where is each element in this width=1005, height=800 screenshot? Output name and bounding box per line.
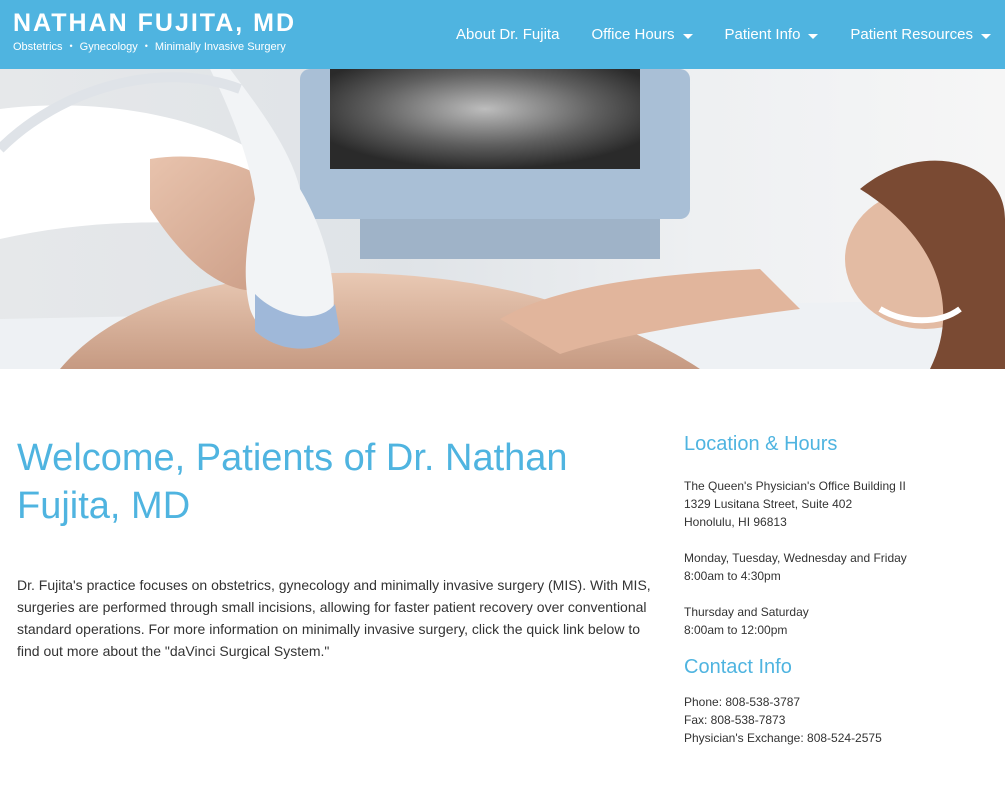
nav-patient-resources-label: Patient Resources: [850, 26, 973, 43]
hours-other-block: Thursday and Saturday 8:00am to 12:00pm: [684, 603, 994, 639]
hours-weekday-block: Monday, Tuesday, Wednesday and Friday 8:…: [684, 549, 994, 585]
nav-about[interactable]: About Dr. Fujita: [456, 26, 559, 43]
separator-dot: •: [69, 41, 73, 51]
address-line: Honolulu, HI 96813: [684, 515, 787, 529]
separator-dot: •: [144, 41, 148, 51]
contact-info-heading: Contact Info: [684, 656, 792, 678]
hours-days: Monday, Tuesday, Wednesday and Friday: [684, 551, 907, 565]
hero-image: [0, 69, 1005, 369]
hours-times: 8:00am to 4:30pm: [684, 569, 781, 583]
welcome-heading: Welcome, Patients of Dr. Nathan Fujita, …: [17, 437, 568, 527]
caret-down-icon: [808, 33, 819, 39]
nav-patient-info-label: Patient Info: [724, 26, 801, 43]
address-block: The Queen's Physician's Office Building …: [684, 477, 994, 531]
top-navbar: NATHAN FUJITA, MD Obstetrics • Gynecology •…: [0, 0, 1005, 69]
hours-days: Thursday and Saturday: [684, 605, 809, 619]
sidebar: Location & Hours The Queen's Physician's…: [684, 430, 994, 747]
nav-patient-resources[interactable]: Patient Resources: [850, 26, 991, 43]
hours-times: 8:00am to 12:00pm: [684, 623, 788, 637]
nav-about-label: About Dr. Fujita: [456, 26, 560, 43]
brand-specialties: Obstetrics • Gynecology • Minimally Invasive…: [13, 41, 296, 53]
contact-fax: Fax: 808-538-7873: [684, 713, 786, 727]
specialty-mis: Minimally Invasive Surgery: [154, 41, 286, 53]
address-line: 1329 Lusitana Street, Suite 402: [684, 497, 853, 511]
specialty-gynecology: Gynecology: [79, 41, 138, 53]
caret-down-icon: [981, 33, 991, 39]
nav-office-hours[interactable]: Office Hours: [591, 26, 693, 43]
contact-phone: Phone: 808-538-3787: [684, 695, 801, 709]
caret-down-icon: [682, 33, 693, 39]
contact-exchange: Physician's Exchange: 808-524-2575: [684, 731, 882, 745]
nav-patient-info[interactable]: Patient Info: [725, 26, 819, 43]
main-content: Welcome, Patients of Dr. Nathan Fujita, …: [17, 434, 657, 662]
brand[interactable]: NATHAN FUJITA, MD Obstetrics • Gynecology •…: [13, 9, 296, 53]
site-title[interactable]: NATHAN FUJITA, MD: [13, 9, 296, 37]
nav-office-hours-label: Office Hours: [591, 26, 675, 43]
main-nav: About Dr. Fujita Office Hours Patient In…: [424, 0, 991, 69]
intro-paragraph: Dr. Fujita's practice focuses on obstetr…: [17, 577, 651, 659]
ultrasound-photo: [0, 69, 1005, 369]
address-line: The Queen's Physician's Office Building …: [684, 479, 906, 493]
contact-block: Phone: 808-538-3787 Fax: 808-538-7873 Ph…: [684, 693, 994, 747]
location-hours-heading: Location & Hours: [684, 433, 838, 455]
specialty-obstetrics: Obstetrics: [13, 41, 63, 53]
